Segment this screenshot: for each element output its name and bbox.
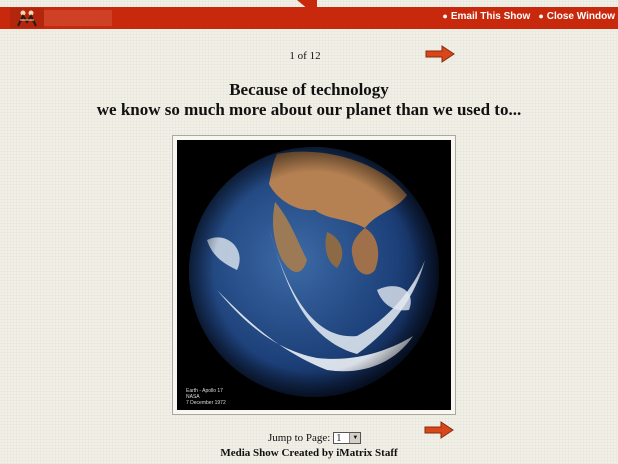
page-select-value: 1	[336, 432, 342, 444]
headline-line-2: we know so much more about our planet th…	[96, 100, 522, 119]
earth-photo: Earth - Apollo 17 NASA 7 December 1972	[177, 140, 451, 410]
logo-banner	[44, 10, 112, 26]
headline-line-1: Because of technology	[229, 80, 389, 99]
earth-globe-image	[177, 140, 451, 410]
chevron-down-icon[interactable]: ▼	[349, 433, 361, 443]
right-arrow-icon[interactable]	[424, 421, 454, 439]
photo-frame: Earth - Apollo 17 NASA 7 December 1972	[172, 135, 456, 415]
jump-to-page: Jump to Page: 1 ▼	[268, 432, 362, 444]
jump-label: Jump to Page:	[268, 432, 331, 444]
photo-caption: Earth - Apollo 17 NASA 7 December 1972	[186, 388, 226, 406]
right-arrow-icon[interactable]	[425, 45, 455, 63]
header-links: ● Email This Show ● Close Window	[442, 11, 615, 22]
footer-credit: Media Show Created by iMatrix Staff	[220, 447, 398, 459]
slide-headline: Because of technology we know so much mo…	[0, 80, 618, 120]
email-show-link[interactable]: ● Email This Show	[442, 11, 530, 22]
page-select[interactable]: 1 ▼	[333, 432, 362, 444]
site-logo[interactable]	[10, 8, 44, 28]
slide-counter: 1 of 12	[289, 50, 321, 62]
top-bar: ● Email This Show ● Close Window	[0, 7, 618, 29]
top-notch-decoration	[297, 0, 317, 10]
close-window-link[interactable]: ● Close Window	[538, 11, 615, 22]
